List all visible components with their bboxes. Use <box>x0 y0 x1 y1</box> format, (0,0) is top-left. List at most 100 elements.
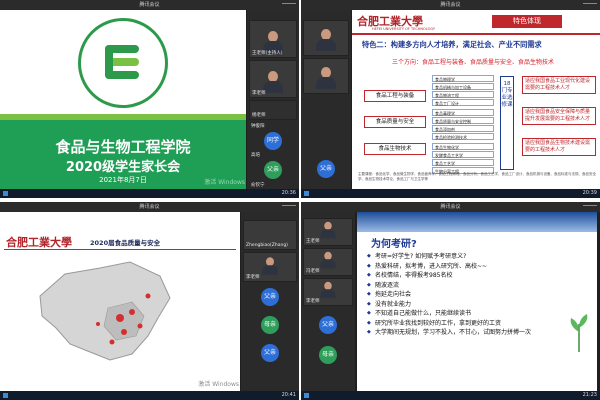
slide-title: 2020届食品质量与安全 <box>90 239 161 247</box>
participant-video[interactable]: 李老师 <box>243 252 297 282</box>
start-icon[interactable] <box>304 191 309 196</box>
slide-why-grad-school: 为何考研? 考研=好学生? 如何赋予考研意义? 热爱科研，拟考博，进入研究所、高… <box>357 212 597 391</box>
participant-avatar[interactable]: 母亲 <box>261 316 279 334</box>
participant-name: 李老师 <box>246 275 260 280</box>
slide-tag: 特色体现 <box>492 15 562 28</box>
window-controls[interactable] <box>282 3 296 7</box>
watermark-line: 激活 Windows <box>198 381 239 388</box>
participant-video[interactable]: 李老师 <box>303 278 353 306</box>
course-item: 食品质量与安全控制 <box>432 117 494 124</box>
direction-box: 食品质量与安全 <box>364 116 426 128</box>
person-figure <box>263 71 283 93</box>
course-item: 发酵食品工艺学 <box>432 151 494 158</box>
windows-taskbar: 20:36 <box>0 189 299 198</box>
map-marker <box>145 293 151 299</box>
taskbar-clock: 20:36 <box>281 190 296 196</box>
plant-decoration-icon <box>570 314 588 352</box>
participant-strip[interactable]: Zhengbiao(Zhang) 李老师 父亲 母亲 父亲 <box>241 212 299 391</box>
course-item: 食品工厂设计 <box>432 99 494 106</box>
map-marker <box>121 329 127 335</box>
university-logo-en: HEFEI UNIVERSITY OF TECHNOLOGY <box>372 27 436 31</box>
map-marker <box>116 314 124 322</box>
participant-strip[interactable]: 王老师(主持人) 李老师 杨老师 钟俊阳 同学 高培 父亲 俞钦宁 <box>247 10 299 189</box>
participant-video[interactable]: 李老师 <box>249 60 297 98</box>
participant-avatar[interactable]: 父亲 <box>319 316 337 334</box>
windows-taskbar: 20:39 <box>301 189 600 198</box>
participant-video[interactable]: 冯老师 <box>303 248 353 276</box>
participant-label: 高培 <box>251 153 260 158</box>
slide-heading: 特色二：构建多方向人才培养，满足社会、产业不同需求 <box>362 40 542 49</box>
window-controls[interactable] <box>282 205 296 209</box>
reasons-list: 考研=好学生? 如何赋予考研意义? 热爱科研，拟考博，进入研究所、高校~~ 名校… <box>367 252 592 338</box>
college-logo <box>78 18 168 108</box>
course-item: 食品生物化学 <box>432 143 494 150</box>
logo-emblem <box>101 41 145 85</box>
start-icon[interactable] <box>3 191 8 196</box>
windows-taskbar: 21:23 <box>301 391 600 400</box>
participant-name: 李老师 <box>252 91 266 96</box>
participant-video[interactable]: 王老师 <box>303 218 353 246</box>
participant-video[interactable] <box>303 58 349 94</box>
course-item: 食品物理学 <box>432 75 494 82</box>
meeting-window-title: 腾讯会议 <box>440 204 461 210</box>
participant-avatar[interactable]: 母亲 <box>319 346 337 364</box>
slide-graduate-destinations: 合肥工業大學 2020届食品质量与安全 <box>0 212 240 391</box>
participant-name: 李老师 <box>306 299 320 304</box>
course-item: 食品添加剂 <box>432 125 494 132</box>
window-controls[interactable] <box>583 3 597 7</box>
meeting-title-bar: 腾讯会议 <box>301 0 600 10</box>
watermark-line: 激活 Windows <box>204 179 245 186</box>
activation-watermark: 激活 Windows <box>204 179 245 186</box>
list-item: 考研=好学生? 如何赋予考研意义? <box>367 252 592 262</box>
direction-box: 食品生物技术 <box>364 143 426 155</box>
china-map-graphic <box>39 261 171 361</box>
participant-name: 杨老师 <box>252 113 266 118</box>
map-marker <box>109 339 115 345</box>
header-rule <box>352 33 600 35</box>
person-figure <box>320 221 336 239</box>
three-directions: 三个方向：食品工程与装备、食品质量与安全、食品生物技术 <box>392 59 555 66</box>
participant-video[interactable]: 王老师(主持人) <box>249 20 297 58</box>
slide-subtitle: 2020级学生家长会 <box>65 160 181 175</box>
taskbar-clock: 21:23 <box>582 392 597 398</box>
participant-video[interactable] <box>303 20 349 56</box>
start-icon[interactable] <box>3 393 8 398</box>
start-icon[interactable] <box>304 393 309 398</box>
activation-watermark: 激活 Windows <box>555 179 596 186</box>
list-item: 研究所毕业我找到较好的工作，拿到更好的工资 <box>367 319 592 329</box>
participant-avatar[interactable]: 父亲 <box>317 160 335 178</box>
participant-name: 冯老师 <box>306 269 320 274</box>
list-item: 不知道自己能做什么，只能继续读书 <box>367 309 592 319</box>
meeting-window-title: 腾讯会议 <box>139 2 160 8</box>
slide-cover: 食品与生物工程学院 2020级学生家长会 2021年8月7日 <box>0 10 246 189</box>
participant-video[interactable]: 杨老师 <box>249 100 297 120</box>
elective-count-label: 18门专业选修课 <box>500 76 514 170</box>
list-item: 名校情结，非得报考985名校 <box>367 271 592 281</box>
person-figure <box>320 281 336 299</box>
course-item: 食品毒理学 <box>432 109 494 116</box>
person-figure <box>262 257 278 275</box>
map-shape <box>39 261 171 361</box>
participant-avatar[interactable]: 父亲 <box>261 288 279 306</box>
list-item: 热爱科研，拟考博，进入研究所、高校~~ <box>367 262 592 272</box>
participant-avatar[interactable]: 父亲 <box>264 161 282 179</box>
map-marker <box>96 322 100 326</box>
participant-name: 王老师 <box>306 239 320 244</box>
participant-strip[interactable]: 王老师 冯老师 李老师 父亲 母亲 <box>301 212 355 391</box>
slide-header-band <box>357 212 597 232</box>
person-figure <box>316 67 336 89</box>
participant-avatar[interactable]: 同学 <box>264 132 282 150</box>
participant-video[interactable]: Zhengbiao(Zhang) <box>243 220 297 250</box>
windows-taskbar: 20:41 <box>0 391 299 400</box>
window-controls[interactable] <box>583 205 597 209</box>
meeting-window-title: 腾讯会议 <box>139 204 160 210</box>
taskbar-clock: 20:39 <box>582 190 597 196</box>
map-marker <box>129 309 135 315</box>
participant-avatar[interactable]: 父亲 <box>261 344 279 362</box>
screenshot-parent-meeting-cover: 腾讯会议 食品与生物工程学院 2020级学生家长会 2021年8月7日 王老师(… <box>0 0 299 198</box>
list-item: 拖延走向社会 <box>367 290 592 300</box>
watermark-line: 激活 Windows <box>555 381 596 388</box>
outcome-box: 适应我国食品生物技术建设需要的工程技术人才 <box>522 138 596 156</box>
course-group: 食品生物化学 发酵食品工艺学 食品工艺学 生物分离工程 <box>432 143 494 175</box>
participant-strip[interactable]: 父亲 <box>301 10 351 189</box>
